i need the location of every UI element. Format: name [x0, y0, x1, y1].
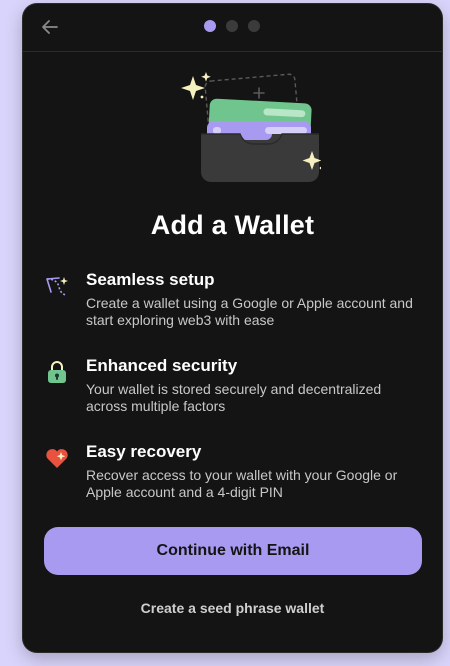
heart-icon	[43, 444, 71, 472]
feature-description: Recover access to your wallet with your …	[86, 467, 398, 500]
step-dot-3	[248, 20, 260, 32]
continue-with-email-button[interactable]: Continue with Email	[44, 527, 422, 575]
step-dot-2	[226, 20, 238, 32]
dotted-path-icon	[43, 272, 71, 300]
feature-easy-recovery: Easy recovery Recover access to your wal…	[43, 442, 426, 512]
feature-heading: Easy recovery	[86, 442, 202, 461]
feature-heading: Seamless setup	[86, 270, 215, 289]
feature-seamless-setup: Seamless setup Create a wallet using a G…	[43, 270, 426, 340]
step-dot-1	[204, 20, 216, 32]
page-title: Add a Wallet	[150, 210, 315, 240]
back-button[interactable]	[37, 14, 63, 40]
create-seed-phrase-wallet-link[interactable]: Create a seed phrase wallet	[23, 600, 442, 616]
arrow-left-icon	[42, 20, 58, 34]
padlock-icon	[43, 358, 71, 386]
wallet-illustration	[181, 72, 321, 182]
modal-header	[23, 4, 442, 52]
feature-enhanced-security: Enhanced security Your wallet is stored …	[43, 356, 426, 426]
feature-description: Create a wallet using a Google or Apple …	[86, 295, 413, 328]
add-wallet-modal: Add a Wallet Seamless setup Create a wal…	[23, 4, 442, 652]
feature-heading: Enhanced security	[86, 356, 238, 375]
feature-description: Your wallet is stored securely and decen…	[86, 381, 382, 414]
step-indicator	[204, 20, 260, 32]
